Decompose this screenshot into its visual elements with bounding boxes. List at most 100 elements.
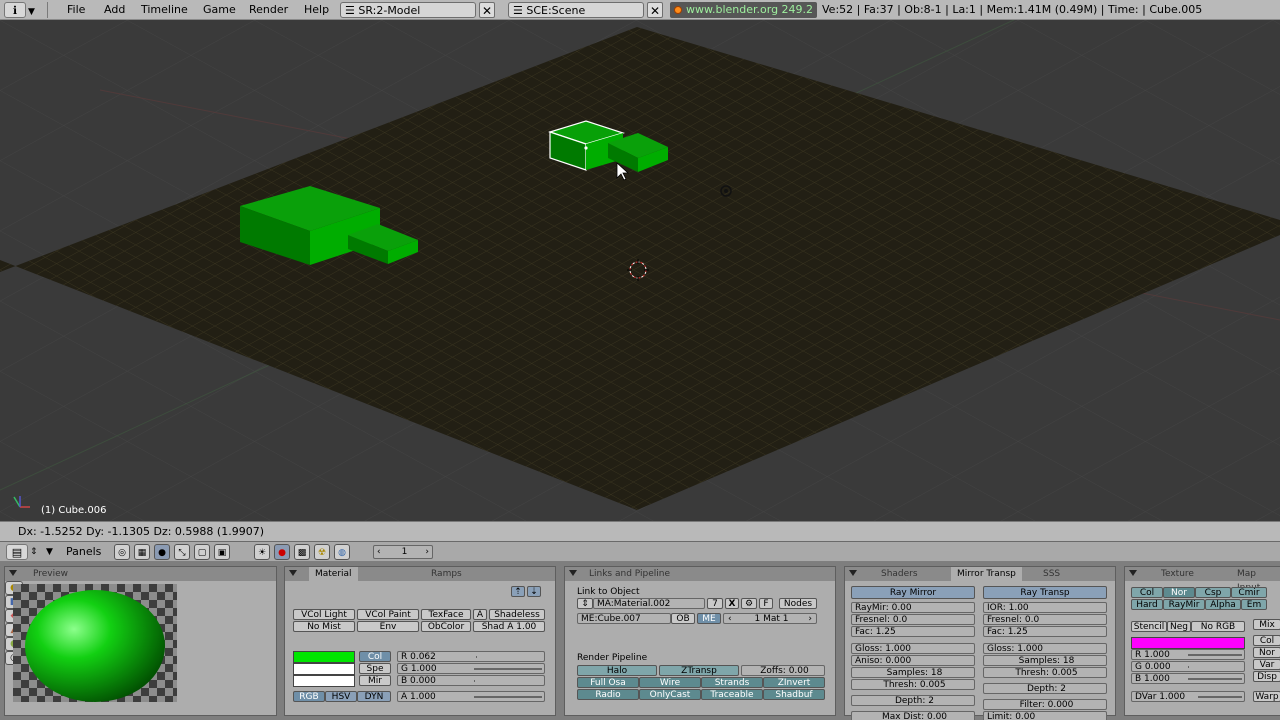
strands-toggle[interactable]: Strands [701, 677, 763, 688]
dyn-mode[interactable]: DYN [357, 691, 391, 702]
texture-color-swatch[interactable] [1131, 637, 1245, 649]
radiosity-buttons-icon[interactable]: ☢ [314, 544, 330, 560]
dvar-slider[interactable]: DVar 1.000 [1131, 691, 1245, 702]
collapse-menu-icon[interactable]: ▼ [46, 544, 53, 560]
transp-depth-field[interactable]: Depth: 2 [983, 683, 1107, 694]
no-rgb-toggle[interactable]: No RGB [1191, 621, 1245, 632]
menu-game[interactable]: Game [200, 2, 239, 18]
tab-sss[interactable]: SSS [1037, 567, 1066, 581]
collapse-triangle-icon[interactable] [569, 570, 577, 576]
col-button[interactable]: Col [359, 651, 391, 662]
collapse-triangle-icon[interactable] [9, 570, 17, 576]
r-slider[interactable]: R 0.062 [397, 651, 545, 662]
screen-browser[interactable]: ☰ SR:2-Model [340, 2, 476, 18]
tex-b-slider[interactable]: B 1.000 [1131, 673, 1245, 684]
thresh-field[interactable]: Thresh: 0.005 [851, 679, 975, 690]
map-nor-toggle[interactable]: Nor [1163, 587, 1195, 598]
blender-url[interactable]: www.blender.org 249.2 [670, 2, 818, 18]
shading-context-icon[interactable]: ● [154, 544, 170, 560]
fake-user-icon[interactable]: ⚙ [741, 598, 757, 609]
map-to-var-slider[interactable]: Var [1253, 659, 1280, 670]
scene-browser[interactable]: ☰ SCE:Scene [508, 2, 644, 18]
map-raymir-toggle[interactable]: RayMir [1163, 599, 1205, 610]
world-buttons-icon[interactable]: ◍ [334, 544, 350, 560]
tab-ramps[interactable]: Ramps [425, 567, 468, 581]
shadbuf-toggle[interactable]: Shadbuf [763, 689, 825, 700]
menu-render[interactable]: Render [246, 2, 291, 18]
blend-mix-button[interactable]: Mix [1253, 619, 1280, 630]
mir-swatch[interactable] [293, 675, 355, 687]
tab-mirror-transp[interactable]: Mirror Transp [951, 567, 1022, 581]
gloss-slider[interactable]: Gloss: 1.000 [851, 643, 975, 654]
max-dist-field[interactable]: Max Dist: 0.00 [851, 711, 975, 720]
material-browse-icon[interactable]: ⇕ [577, 598, 593, 609]
material-buttons-icon[interactable]: ● [274, 544, 290, 560]
shadeless-toggle[interactable]: Shadeless [489, 609, 545, 620]
script-context-icon[interactable]: ▦ [134, 544, 150, 560]
menu-help[interactable]: Help [301, 2, 332, 18]
me-toggle[interactable]: ME [697, 613, 721, 624]
traceable-toggle[interactable]: Traceable [701, 689, 763, 700]
material-name-field[interactable]: MA:Material.002 [593, 598, 705, 609]
transp-thresh-field[interactable]: Thresh: 0.005 [983, 667, 1107, 678]
scene-context-icon[interactable]: ▣ [214, 544, 230, 560]
3d-viewport[interactable]: (1) Cube.006 [0, 20, 1280, 521]
transp-gloss-slider[interactable]: Gloss: 1.000 [983, 643, 1107, 654]
mesh-name-field[interactable]: ME:Cube.007 [577, 613, 671, 624]
zinvert-toggle[interactable]: ZInvert [763, 677, 825, 688]
tab-map-input[interactable]: Map Input [1231, 567, 1280, 593]
raymir-slider[interactable]: RayMir: 0.00 [851, 602, 975, 613]
obcolor-toggle[interactable]: ObColor [421, 621, 471, 632]
samples-field[interactable]: Samples: 18 [851, 667, 975, 678]
col-swatch[interactable] [293, 651, 355, 663]
menu-add[interactable]: Add [101, 2, 128, 18]
zoffs-field[interactable]: Zoffs: 0.00 [741, 665, 825, 676]
copy-material-icon[interactable]: ⇡ [511, 586, 525, 597]
limit-field[interactable]: Limit: 0.00 [983, 711, 1107, 720]
texface-toggle[interactable]: TexFace [421, 609, 471, 620]
vcol-paint-toggle[interactable]: VCol Paint [357, 609, 419, 620]
unlink-button[interactable]: X [725, 598, 739, 609]
fake-user-button[interactable]: F [759, 598, 773, 609]
collapse-triangle-icon[interactable] [289, 570, 297, 576]
map-to-warp-slider[interactable]: Warp [1253, 691, 1280, 702]
menu-file[interactable]: File [64, 2, 88, 18]
shad-a-field[interactable]: Shad A 1.00 [473, 621, 545, 632]
close-scene-button[interactable]: ✕ [647, 2, 663, 18]
map-to-disp-slider[interactable]: Disp [1253, 671, 1280, 682]
texture-buttons-icon[interactable]: ▩ [294, 544, 310, 560]
mir-button[interactable]: Mir [359, 675, 391, 686]
material-index-field[interactable]: ‹ 1 Mat 1 › [723, 613, 817, 624]
collapse-menu-icon[interactable]: ▼ [28, 4, 35, 20]
panels-label[interactable]: Panels [66, 544, 101, 560]
collapse-triangle-icon[interactable] [1129, 570, 1137, 576]
env-toggle[interactable]: Env [357, 621, 419, 632]
nodes-button[interactable]: Nodes [779, 598, 817, 609]
radio-toggle[interactable]: Radio [577, 689, 639, 700]
ray-mirror-toggle[interactable]: Ray Mirror [851, 586, 975, 599]
hsv-mode[interactable]: HSV [325, 691, 357, 702]
ior-slider[interactable]: IOR: 1.00 [983, 602, 1107, 613]
map-to-nor-slider[interactable]: Nor [1253, 647, 1280, 658]
collapse-triangle-icon[interactable] [849, 570, 857, 576]
a-toggle[interactable]: A [473, 609, 487, 620]
tab-texture[interactable]: Texture [1155, 567, 1200, 581]
tab-shaders[interactable]: Shaders [875, 567, 924, 581]
filter-field[interactable]: Filter: 0.000 [983, 699, 1107, 710]
close-screen-button[interactable]: ✕ [479, 2, 495, 18]
map-emit-toggle[interactable]: Em [1241, 599, 1267, 610]
depth-field[interactable]: Depth: 2 [851, 695, 975, 706]
stencil-toggle[interactable]: Stencil [1131, 621, 1167, 632]
rgb-mode[interactable]: RGB [293, 691, 325, 702]
ob-toggle[interactable]: OB [671, 613, 695, 624]
paste-material-icon[interactable]: ⇣ [527, 586, 541, 597]
object-context-icon[interactable]: ⤡ [174, 544, 190, 560]
users-count[interactable]: 7 [707, 598, 723, 609]
onlycast-toggle[interactable]: OnlyCast [639, 689, 701, 700]
ray-transp-toggle[interactable]: Ray Transp [983, 586, 1107, 599]
logic-context-icon[interactable]: ◎ [114, 544, 130, 560]
full-osa-toggle[interactable]: Full Osa [577, 677, 639, 688]
window-type-button[interactable]: ℹ [4, 2, 26, 18]
b-slider[interactable]: B 0.000 [397, 675, 545, 686]
map-alpha-toggle[interactable]: Alpha [1205, 599, 1241, 610]
